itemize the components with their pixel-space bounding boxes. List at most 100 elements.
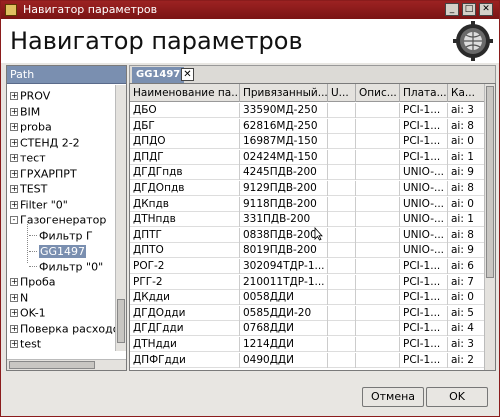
table-row[interactable]: ДПДГ 02424МД-150 PCI-1... ai: 1 xyxy=(130,149,485,165)
maximize-button[interactable]: □ xyxy=(462,3,476,16)
minimize-button[interactable]: _ xyxy=(445,3,459,16)
table-row[interactable]: ДПДО 16987МД-150 PCI-1... ai: 0 xyxy=(130,134,485,150)
table-row[interactable]: РОГ-2 302094ТДР-1... PCI-1... ai: 6 xyxy=(130,259,485,274)
tree-item[interactable]: Фильтр "0" xyxy=(29,258,103,275)
table-cell: ai: 0 xyxy=(448,196,485,212)
table-cell xyxy=(356,103,400,118)
table-cell xyxy=(328,165,356,181)
tree-item-label: BIM xyxy=(20,105,41,118)
table-cell: ДКдди xyxy=(130,290,240,306)
table-cell xyxy=(356,196,400,212)
table-cell: PCI-1... xyxy=(400,118,448,134)
table-cell: ДПДО xyxy=(130,134,240,150)
table-cell xyxy=(328,321,356,337)
table-row[interactable]: ДГДОпдв 9129ПДВ-200 UNIO-... ai: 8 xyxy=(130,181,485,196)
tree-item[interactable]: Фильтр Г xyxy=(29,227,93,244)
table-cell xyxy=(328,181,356,196)
tree-item[interactable]: - Газогенератор xyxy=(10,211,106,228)
table-cell: ai: 9 xyxy=(448,243,485,259)
tree-item[interactable]: + test xyxy=(10,335,41,351)
table-row[interactable]: ДГДОдди 0585ДДИ-20 PCI-1... ai: 5 xyxy=(130,305,485,321)
expand-icon[interactable]: + xyxy=(10,293,18,302)
tree-item[interactable]: + Filter "0" xyxy=(10,196,68,213)
table-cell xyxy=(328,212,356,228)
tree-horizontal-scrollbar[interactable] xyxy=(7,359,126,370)
table-row[interactable]: ДГДГпдв 4245ПДВ-200 UNIO-... ai: 9 xyxy=(130,165,485,181)
expand-icon[interactable]: + xyxy=(10,324,18,333)
table-row[interactable]: ДБО 33590МД-250 PCI-1... ai: 3 xyxy=(130,103,485,118)
table-cell xyxy=(328,352,356,368)
table-row[interactable]: ДПФГдди 0490ДДИ PCI-1... ai: 2 xyxy=(130,352,485,368)
table-row[interactable]: ДТНдди 1214ДДИ PCI-1... ai: 3 xyxy=(130,337,485,352)
tree-vertical-scrollbar[interactable] xyxy=(115,85,126,351)
column-header[interactable]: Плата... xyxy=(400,84,448,102)
expand-icon[interactable]: + xyxy=(10,123,18,131)
column-header[interactable]: U... xyxy=(328,84,356,102)
table-cell: 331ПДВ-200 xyxy=(240,212,328,228)
expand-icon[interactable]: + xyxy=(10,185,18,193)
tree-item-label: PROV xyxy=(20,89,51,103)
table-row[interactable]: ДБГ 62816МД-250 PCI-1... ai: 8 xyxy=(130,118,485,134)
column-header[interactable]: Наименование па... xyxy=(130,84,240,102)
table-cell: ДБГ xyxy=(130,118,240,134)
path-header: Path xyxy=(7,66,126,84)
column-header[interactable]: Опис... xyxy=(356,84,400,102)
tree-item[interactable]: + OK-1 xyxy=(10,304,46,321)
tree-item[interactable]: + TEST xyxy=(10,180,47,197)
column-header[interactable]: Привязанный... xyxy=(240,84,328,102)
tree-scroll-thumb[interactable] xyxy=(117,299,125,343)
table-cell xyxy=(356,134,400,150)
expand-icon[interactable]: + xyxy=(10,278,18,286)
table-cell: PCI-1... xyxy=(400,103,448,118)
tree-item[interactable]: + Проба xyxy=(10,273,56,290)
tree-item[interactable]: + BIM xyxy=(10,103,40,120)
expand-icon[interactable]: + xyxy=(10,154,18,162)
table-cell xyxy=(328,118,356,134)
expand-icon[interactable]: + xyxy=(10,169,18,178)
tree-hscroll-thumb[interactable] xyxy=(9,361,95,369)
table-row[interactable]: ДГДГдди 0768ДДИ PCI-1... ai: 4 xyxy=(130,321,485,337)
ok-button[interactable]: OK xyxy=(426,387,488,407)
gear-globe-icon xyxy=(453,21,493,61)
tab-bar: GG1497 ✕ xyxy=(129,65,496,83)
path-tree[interactable]: + PROV + BIM + proba + СТЕНД 2-2 + тест + ГРХАРПРТ +… xyxy=(7,85,116,351)
tree-item[interactable]: + PROV xyxy=(10,87,50,104)
parameters-table: Наименование па... Привязанный... U... Опис… xyxy=(129,83,496,371)
tree-item[interactable]: GG1497 xyxy=(29,242,87,259)
path-panel: Path + PROV + BIM + proba + СТЕНД 2-2 + тест + ГРХА… xyxy=(6,65,127,371)
table-cell xyxy=(356,118,400,134)
title-bar[interactable]: Навигатор параметров _ □ ✕ xyxy=(1,1,499,19)
page-title: Навигатор параметров xyxy=(10,27,303,55)
tab-close-icon[interactable]: ✕ xyxy=(181,68,194,81)
table-scroll-thumb[interactable] xyxy=(486,86,494,278)
expand-icon[interactable]: + xyxy=(10,200,18,209)
expand-icon[interactable]: + xyxy=(10,309,18,317)
tree-item[interactable]: + СТЕНД 2-2 xyxy=(10,134,80,151)
column-header[interactable]: Ка... xyxy=(448,84,485,102)
tree-item[interactable]: + N xyxy=(10,289,28,306)
close-button[interactable]: ✕ xyxy=(479,3,493,16)
expand-icon[interactable]: + xyxy=(10,107,18,116)
tree-item[interactable]: + Поверка расходо xyxy=(10,320,116,337)
expand-icon[interactable]: + xyxy=(10,138,18,147)
table-row[interactable]: ДПТГ 0838ПДВ-200 UNIO-... ai: 8 xyxy=(130,227,485,243)
cancel-button[interactable]: Отмена xyxy=(362,387,424,407)
collapse-icon[interactable]: - xyxy=(10,216,18,224)
table-cell: ДГДОпдв xyxy=(130,181,240,196)
table-vertical-scrollbar[interactable] xyxy=(484,84,495,370)
tab-gg1497[interactable]: GG1497 xyxy=(132,67,185,83)
expand-icon[interactable]: + xyxy=(10,92,18,100)
table-row[interactable]: ДТНпдв 331ПДВ-200 UNIO-... ai: 1 xyxy=(130,212,485,228)
tree-item[interactable]: + ГРХАРПРТ xyxy=(10,165,77,182)
table-row[interactable]: ДПТО 8019ПДВ-200 UNIO-... ai: 9 xyxy=(130,243,485,259)
table-cell xyxy=(356,149,400,165)
table-row[interactable]: РГГ-2 210011ТДР-1... PCI-1... ai: 7 xyxy=(130,274,485,290)
table-row[interactable]: ДКпдв 9118ПДВ-200 UNIO-... ai: 0 xyxy=(130,196,485,212)
table-cell xyxy=(356,181,400,196)
tree-item-label: Газогенератор xyxy=(20,213,107,227)
tree-item[interactable]: + proba xyxy=(10,118,52,135)
expand-icon[interactable]: + xyxy=(10,340,18,348)
tree-item-label: СТЕНД 2-2 xyxy=(20,136,80,149)
tree-item[interactable]: + тест xyxy=(10,149,46,166)
table-row[interactable]: ДКдди 0058ДДИ PCI-1... ai: 0 xyxy=(130,290,485,306)
